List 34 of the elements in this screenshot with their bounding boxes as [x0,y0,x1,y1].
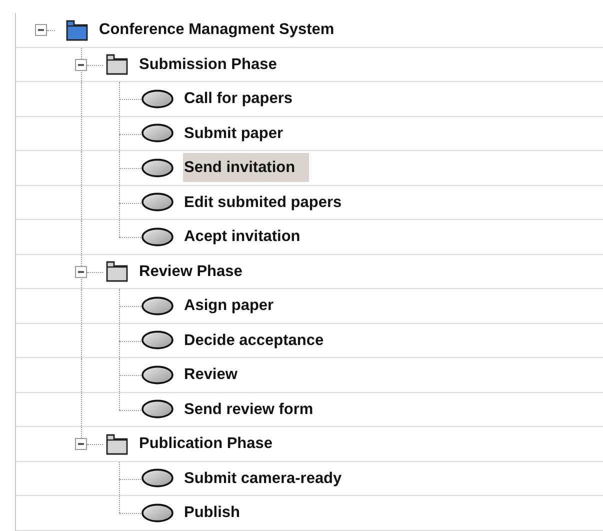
tree-item[interactable]: Acept invitation [183,222,302,252]
collapse-toggle[interactable] [75,438,87,450]
folder-icon [65,18,89,41]
collapse-toggle[interactable] [35,24,47,36]
tree-item[interactable]: Conference Managment System [98,15,336,44]
ellipse-icon [141,399,174,420]
ellipse-icon [141,226,174,247]
folder-icon [105,53,129,76]
folder-icon [105,432,129,455]
ellipse-icon [141,364,174,385]
tree-item[interactable]: Send review form [183,394,314,424]
ellipse-icon [141,330,174,350]
ellipse-icon [141,192,174,212]
tree-item[interactable]: Review Phase [138,256,244,286]
tree-item[interactable]: Submit paper [183,118,284,148]
ellipse-icon [141,296,174,316]
ellipse-icon [141,158,174,178]
ellipse-icon [141,502,174,523]
tree-item[interactable]: Publish [183,498,241,528]
tree-item[interactable]: Call for papers [183,84,294,114]
collapse-toggle[interactable] [75,266,87,278]
ellipse-icon [141,468,174,488]
tree-item[interactable]: Submission Phase [138,50,278,79]
tree-item[interactable]: Submit camera-ready [183,464,343,493]
tree-item[interactable]: Decide acceptance [183,326,325,355]
tree-item[interactable]: Send invitation [183,153,310,182]
tree-item[interactable]: Asign paper [183,291,275,320]
folder-icon [105,260,129,282]
tree-item[interactable]: Review [183,360,238,390]
ellipse-icon [141,123,174,144]
collapse-toggle[interactable] [75,58,87,70]
tree-item[interactable]: Publication Phase [138,429,274,458]
tree-item[interactable]: Edit submited papers [183,188,343,217]
ellipse-icon [141,88,174,109]
